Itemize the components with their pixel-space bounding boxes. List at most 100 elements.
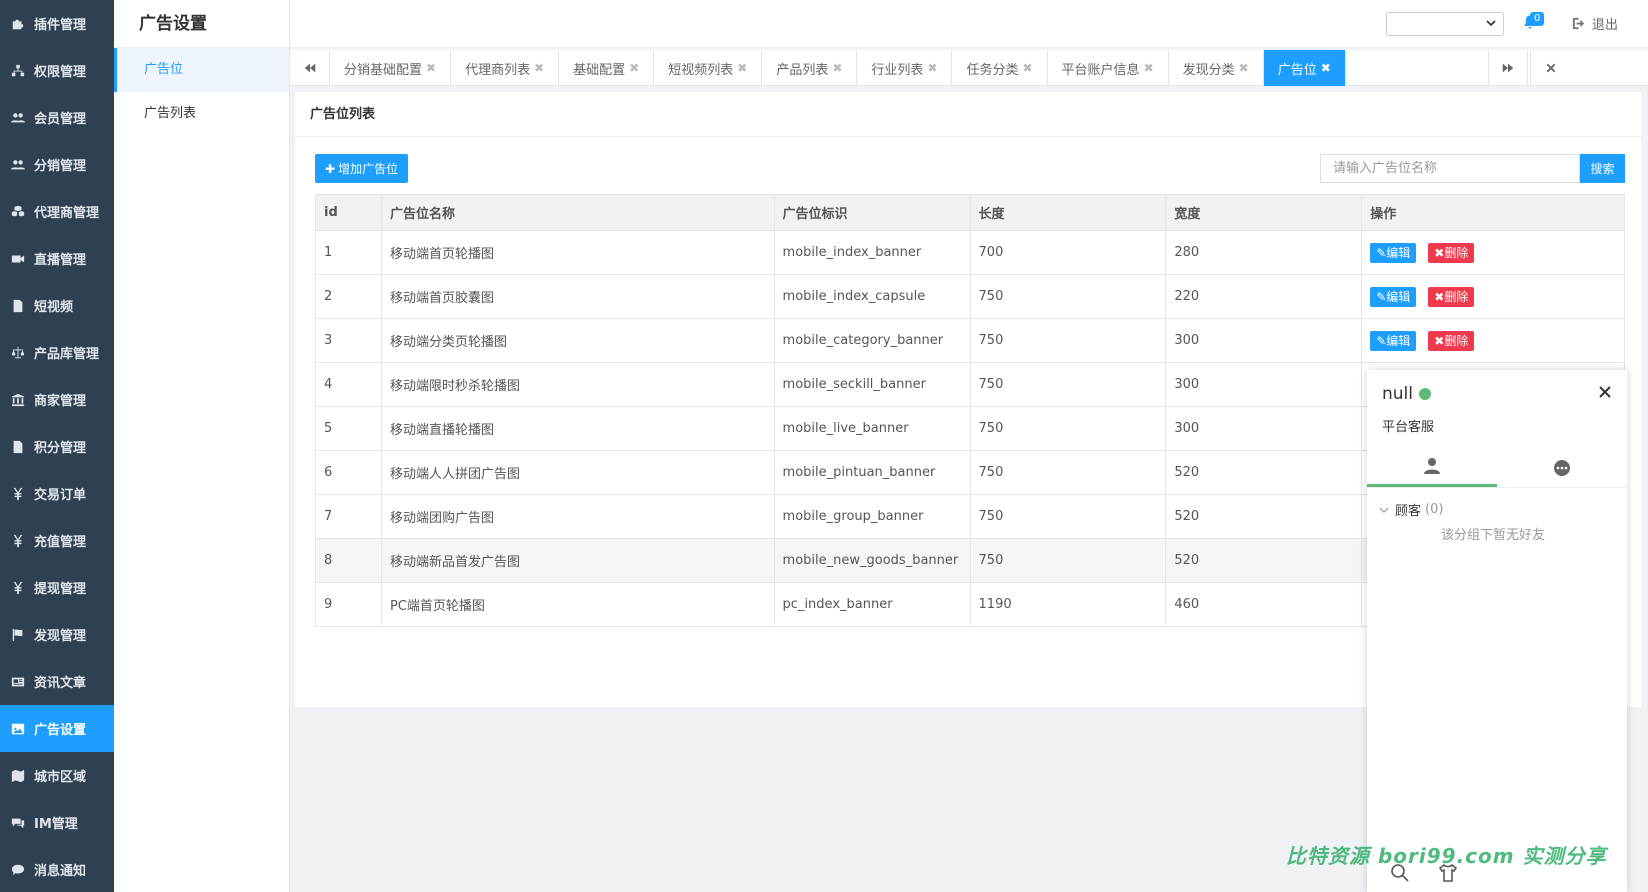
sidebar-item[interactable]: 短视频 <box>0 282 114 329</box>
tab-close-icon[interactable]: ✖ <box>629 61 639 75</box>
chat-tab-friends[interactable] <box>1367 448 1497 487</box>
sidebar-item[interactable]: 提现管理 <box>0 564 114 611</box>
tab-label: 短视频列表 <box>668 62 734 78</box>
delete-button[interactable]: ✖ 删除 <box>1428 330 1475 351</box>
sidebar-item-label: 产品库管理 <box>34 347 100 362</box>
users-icon <box>10 157 26 173</box>
top-select[interactable] <box>1386 12 1504 36</box>
subnav-item[interactable]: 广告位 <box>114 48 289 92</box>
edit-label: 编辑 <box>1386 290 1411 304</box>
tab-scroll-right-button[interactable] <box>1488 50 1528 86</box>
column-header: 宽度 <box>1165 194 1363 231</box>
cubes-icon <box>10 204 26 220</box>
tab-scroll-left-button[interactable] <box>290 50 330 86</box>
sidebar-item-label: 资讯文章 <box>34 676 87 691</box>
tab-list: 分销基础配置 ✖ 代理商列表 ✖ 基础配置 ✖ 短视频列表 ✖ 产品列表 ✖ 行业列表 ✖ 任务分类 ✖ 平… <box>330 50 1346 86</box>
customer-group[interactable]: 顾客 (0) <box>1379 500 1443 519</box>
cell-actions: ✎ 编辑 ✖ 删除 <box>1361 230 1625 275</box>
sidebar-item-label: 分销管理 <box>34 159 87 174</box>
delete-button[interactable]: ✖ 删除 <box>1428 286 1475 307</box>
group-count: (0) <box>1425 502 1444 517</box>
sidebar-item[interactable]: 商家管理 <box>0 376 114 423</box>
image-icon <box>10 721 26 737</box>
sidebar-item[interactable]: 直播管理 <box>0 235 114 282</box>
tab-label: 分销基础配置 <box>344 62 423 78</box>
tab-close-icon[interactable]: ✖ <box>534 61 544 75</box>
sidebar-item[interactable]: 城市区域 <box>0 752 114 799</box>
sidebar-item[interactable]: 代理商管理 <box>0 188 114 235</box>
sidebar-item[interactable]: 消息通知 <box>0 846 114 892</box>
tab[interactable]: 任务分类 ✖ <box>952 50 1048 86</box>
yen-icon <box>10 533 26 549</box>
sidebar-item[interactable]: 充值管理 <box>0 517 114 564</box>
tab-close-icon[interactable]: ✖ <box>426 61 436 75</box>
backward-icon <box>304 63 315 73</box>
sidebar-item[interactable]: 产品库管理 <box>0 329 114 376</box>
sidebar-item[interactable]: 权限管理 <box>0 47 114 94</box>
tab-close-icon[interactable]: ✖ <box>832 61 842 75</box>
tab[interactable]: 行业列表 ✖ <box>857 50 953 86</box>
edit-button[interactable]: ✎ 编辑 <box>1370 286 1417 307</box>
cell-key: mobile_live_banner <box>773 406 971 451</box>
watermark: 比特资源 bori99.com 实测分享 <box>1286 844 1607 868</box>
sidebar-item[interactable]: 积分管理 <box>0 423 114 470</box>
sidebar-item[interactable]: 交易订单 <box>0 470 114 517</box>
close-icon <box>1546 63 1555 73</box>
edit-button[interactable]: ✎ 编辑 <box>1370 242 1417 263</box>
tab[interactable]: 基础配置 ✖ <box>559 50 655 86</box>
tab[interactable]: 广告位 ✖ <box>1263 50 1346 86</box>
chat-close-button[interactable] <box>1597 384 1613 400</box>
column-header: 长度 <box>969 194 1167 231</box>
tab[interactable]: 代理商列表 ✖ <box>451 50 560 86</box>
commenting-icon <box>10 862 26 878</box>
close-tabs-button[interactable] <box>1530 50 1570 86</box>
tab[interactable]: 发现分类 ✖ <box>1169 50 1264 86</box>
sidebar-item-label: 积分管理 <box>34 441 87 456</box>
sidebar-item-label: 提现管理 <box>34 582 87 597</box>
add-ad-position-button[interactable]: ✚ 增加广告位 <box>315 154 409 183</box>
tab[interactable]: 短视频列表 ✖ <box>654 50 763 86</box>
subnav-item[interactable]: 广告列表 <box>114 92 289 136</box>
edit-button[interactable]: ✎ 编辑 <box>1370 330 1417 351</box>
cell-length: 750 <box>969 318 1167 363</box>
tab[interactable]: 平台账户信息 ✖ <box>1048 50 1169 86</box>
chat-tab-messages[interactable] <box>1497 448 1627 487</box>
cell-id: 5 <box>315 406 382 451</box>
logout-button[interactable]: 退出 <box>1571 14 1618 33</box>
tab-close-icon[interactable]: ✖ <box>1239 61 1249 75</box>
puzzle-icon <box>10 16 26 32</box>
tab[interactable]: 分销基础配置 ✖ <box>330 50 452 86</box>
sidebar-item[interactable]: 插件管理 <box>0 0 114 47</box>
sidebar-item[interactable]: IM管理 <box>0 799 114 846</box>
column-header: id <box>315 194 382 231</box>
chat-bubble-icon <box>1554 459 1570 476</box>
sitemap-icon <box>10 63 26 79</box>
empty-friends-text: 该分组下暂无好友 <box>1441 528 1546 543</box>
cell-width: 520 <box>1165 538 1363 583</box>
sidebar-item[interactable]: 资讯文章 <box>0 658 114 705</box>
cell-length: 750 <box>969 406 1167 451</box>
sidebar-item-label: 交易订单 <box>34 488 87 503</box>
tab[interactable]: 产品列表 ✖ <box>762 50 858 86</box>
sidebar-item[interactable]: 分销管理 <box>0 141 114 188</box>
sidebar-item[interactable]: 发现管理 <box>0 611 114 658</box>
cell-name: 移动端团购广告图 <box>380 494 775 539</box>
search-input[interactable] <box>1320 154 1580 183</box>
file-text-icon <box>10 439 26 455</box>
sidebar-item-label: IM管理 <box>34 817 78 832</box>
sidebar-item[interactable]: 广告设置 <box>0 705 114 752</box>
tab-close-icon[interactable]: ✖ <box>737 61 747 75</box>
sidebar-item-label: 插件管理 <box>34 18 87 33</box>
sidebar-item-label: 代理商管理 <box>34 206 100 221</box>
tab-close-icon[interactable]: ✖ <box>1321 61 1331 75</box>
delete-button[interactable]: ✖ 删除 <box>1428 242 1475 263</box>
tab-close-icon[interactable]: ✖ <box>1144 61 1154 75</box>
add-button-label: 增加广告位 <box>338 162 399 176</box>
tab-close-icon[interactable]: ✖ <box>927 61 937 75</box>
tab-close-icon[interactable]: ✖ <box>1022 61 1032 75</box>
map-icon <box>10 768 26 784</box>
sidebar-item[interactable]: 会员管理 <box>0 94 114 141</box>
newspaper-icon <box>10 674 26 690</box>
search-button[interactable]: 搜索 <box>1580 154 1625 183</box>
cell-actions: ✎ 编辑 ✖ 删除 <box>1361 318 1625 363</box>
